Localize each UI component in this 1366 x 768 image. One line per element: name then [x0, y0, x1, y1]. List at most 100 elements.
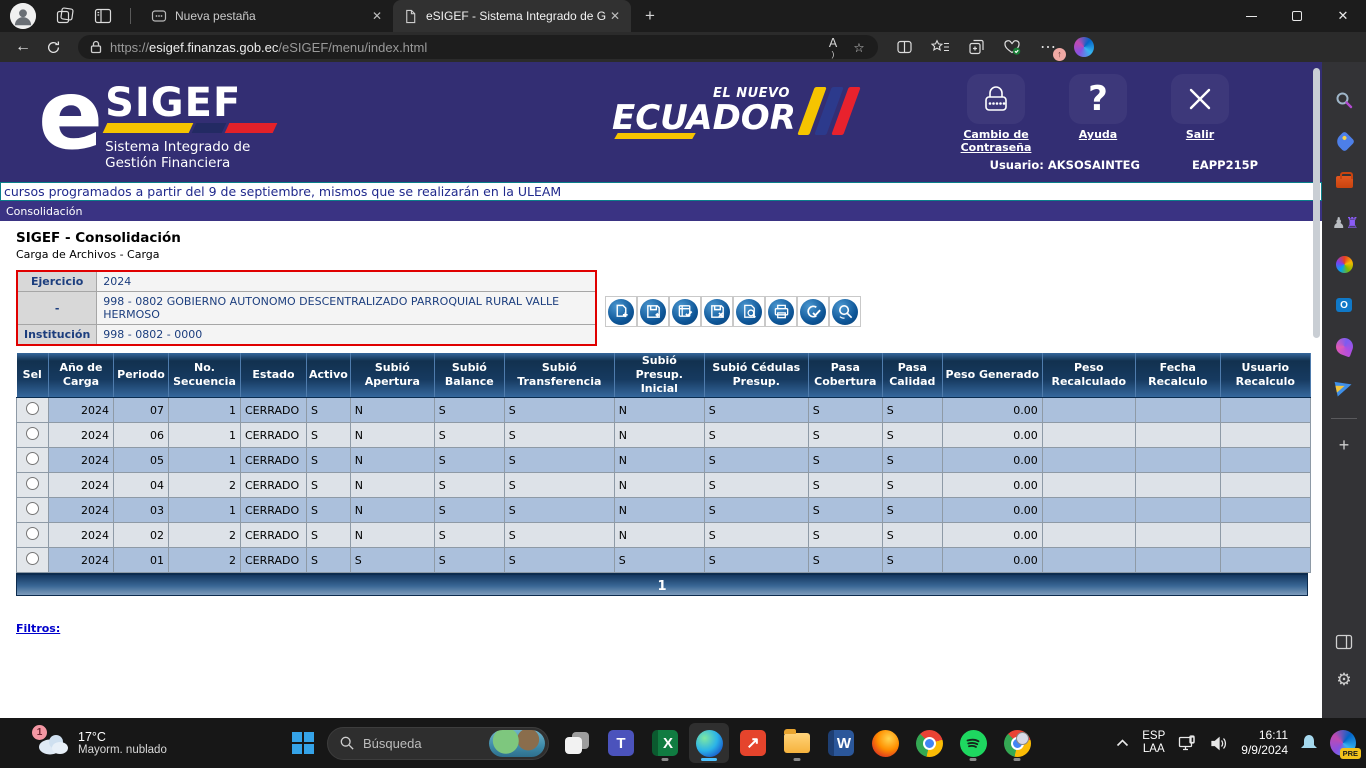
- column-header: Peso Generado: [942, 353, 1042, 398]
- split-screen-icon[interactable]: [892, 35, 916, 59]
- tabstrip-divider: [130, 8, 131, 24]
- table-cell: S: [882, 423, 942, 448]
- form-label: Institución: [17, 325, 97, 346]
- tab-close-icon[interactable]: ✕: [607, 8, 623, 24]
- vertical-tabs-icon[interactable]: [88, 3, 118, 29]
- change-password-button[interactable]: Cambio deContraseña: [958, 74, 1034, 154]
- carga-table: SelAño de CargaPeriodoNo. SecuenciaEstad…: [16, 353, 1311, 573]
- preview-detail-button[interactable]: [733, 296, 765, 327]
- browser-essentials-icon[interactable]: [1000, 35, 1024, 59]
- validate-form-button[interactable]: [669, 296, 701, 327]
- chrome-profile-taskbar-icon[interactable]: [997, 723, 1037, 763]
- exit-button[interactable]: Salir: [1162, 74, 1238, 154]
- row-select-radio[interactable]: [26, 402, 39, 415]
- microsoft-365-icon[interactable]: [1332, 252, 1356, 276]
- table-cell: 1: [169, 498, 241, 523]
- back-icon[interactable]: ←: [8, 34, 38, 60]
- outlook-icon[interactable]: O: [1332, 293, 1356, 317]
- taskbar-search[interactable]: Búsqueda: [327, 727, 549, 760]
- tab-nueva-pestana[interactable]: Nueva pestaña ✕: [141, 2, 393, 30]
- file-explorer-taskbar-icon[interactable]: [777, 723, 817, 763]
- page-scrollbar[interactable]: [1313, 68, 1320, 338]
- create-record-button[interactable]: [605, 296, 637, 327]
- tray-chevron-icon[interactable]: [1116, 739, 1129, 747]
- copilot-icon[interactable]: [1072, 35, 1096, 59]
- help-button[interactable]: ? Ayuda: [1060, 74, 1136, 154]
- table-cell: S: [504, 448, 614, 473]
- new-tab-button[interactable]: +: [637, 4, 663, 28]
- row-select-radio[interactable]: [26, 477, 39, 490]
- table-cell: S: [704, 523, 808, 548]
- table-cell: 0.00: [942, 423, 1042, 448]
- clock[interactable]: 16:11 9/9/2024: [1241, 728, 1288, 758]
- menu-consolidacion[interactable]: Consolidación: [0, 201, 1322, 221]
- filters-link[interactable]: Filtros:: [16, 622, 60, 635]
- table-cell: [1220, 548, 1310, 573]
- refresh-icon[interactable]: [38, 34, 68, 60]
- table-cell: S: [434, 548, 504, 573]
- start-button[interactable]: [283, 723, 323, 763]
- collections-icon[interactable]: [964, 35, 988, 59]
- word-taskbar-icon[interactable]: W: [821, 723, 861, 763]
- tab-actions-icon[interactable]: [50, 3, 80, 29]
- delete-record-button[interactable]: [701, 296, 733, 327]
- search-icon[interactable]: [1332, 88, 1356, 112]
- row-select-radio[interactable]: [26, 527, 39, 540]
- favorite-star-icon[interactable]: ☆: [846, 36, 872, 58]
- games-icon[interactable]: ♟♜: [1332, 211, 1356, 235]
- firefox-taskbar-icon[interactable]: [865, 723, 905, 763]
- save-upload-button[interactable]: [637, 296, 669, 327]
- table-cell: 02: [114, 523, 169, 548]
- favorites-list-icon[interactable]: [928, 35, 952, 59]
- consult-search-button[interactable]: [829, 296, 861, 327]
- designer-icon[interactable]: [1332, 334, 1356, 358]
- more-menu-icon[interactable]: ⋯↑: [1036, 35, 1060, 59]
- shopping-icon[interactable]: [1332, 129, 1356, 153]
- row-select-radio[interactable]: [26, 452, 39, 465]
- page-favicon: [403, 9, 418, 24]
- nitro-pdf-taskbar-icon[interactable]: ↗: [733, 723, 773, 763]
- esigef-logo-name: SIGEF: [105, 86, 275, 120]
- column-header: Pasa Calidad: [882, 353, 942, 398]
- sidebar-add-icon[interactable]: +: [1332, 433, 1356, 457]
- drop-icon[interactable]: [1332, 375, 1356, 399]
- url-text: https://esigef.finanzas.gob.ec/eSIGEF/me…: [110, 40, 820, 55]
- close-button[interactable]: ✕: [1320, 0, 1366, 32]
- language-indicator[interactable]: ESP LAA: [1142, 730, 1165, 756]
- tab-close-icon[interactable]: ✕: [369, 8, 385, 24]
- volume-icon[interactable]: [1210, 736, 1228, 751]
- task-view-taskbar-icon[interactable]: [557, 723, 597, 763]
- teams-taskbar-icon[interactable]: T: [601, 723, 641, 763]
- taskbar-weather-widget[interactable]: 1 17°C Mayorm. nublado: [36, 728, 167, 758]
- toolbox-icon[interactable]: [1332, 170, 1356, 194]
- edge-taskbar-icon[interactable]: [689, 723, 729, 763]
- chrome-taskbar-icon[interactable]: [909, 723, 949, 763]
- search-placeholder: Búsqueda: [363, 736, 489, 751]
- address-bar[interactable]: https://esigef.finanzas.gob.ec/eSIGEF/me…: [78, 35, 878, 59]
- maximize-button[interactable]: [1274, 0, 1320, 32]
- row-select-radio[interactable]: [26, 427, 39, 440]
- row-select-radio[interactable]: [26, 502, 39, 515]
- settings-icon[interactable]: ⚙: [1332, 668, 1356, 692]
- excel-taskbar-icon[interactable]: X: [645, 723, 685, 763]
- record-action-toolbar: [605, 296, 861, 327]
- tab-esigef[interactable]: eSIGEF - Sistema Integrado de G ✕: [393, 0, 631, 32]
- table-cell: N: [614, 423, 704, 448]
- row-select-radio[interactable]: [26, 552, 39, 565]
- table-cell: 01: [114, 548, 169, 573]
- sidebar-panel-icon[interactable]: [1332, 630, 1356, 654]
- ecuador-stripes: [806, 87, 857, 135]
- copilot-taskbar-icon[interactable]: PRE: [1330, 730, 1356, 756]
- toolbar-right-icons: ⋯↑: [892, 35, 1096, 59]
- pagination-bar[interactable]: 1: [16, 573, 1308, 596]
- browser-profile-avatar[interactable]: [10, 3, 36, 29]
- notification-bell-icon[interactable]: [1301, 735, 1317, 751]
- network-icon[interactable]: [1178, 735, 1197, 752]
- minimize-button[interactable]: [1228, 0, 1274, 32]
- read-aloud-icon[interactable]: A): [820, 36, 846, 58]
- print-button[interactable]: [765, 296, 797, 327]
- column-header: Sel: [17, 353, 49, 398]
- approve-check-button[interactable]: [797, 296, 829, 327]
- spotify-taskbar-icon[interactable]: [953, 723, 993, 763]
- page-number: 1: [657, 579, 666, 594]
